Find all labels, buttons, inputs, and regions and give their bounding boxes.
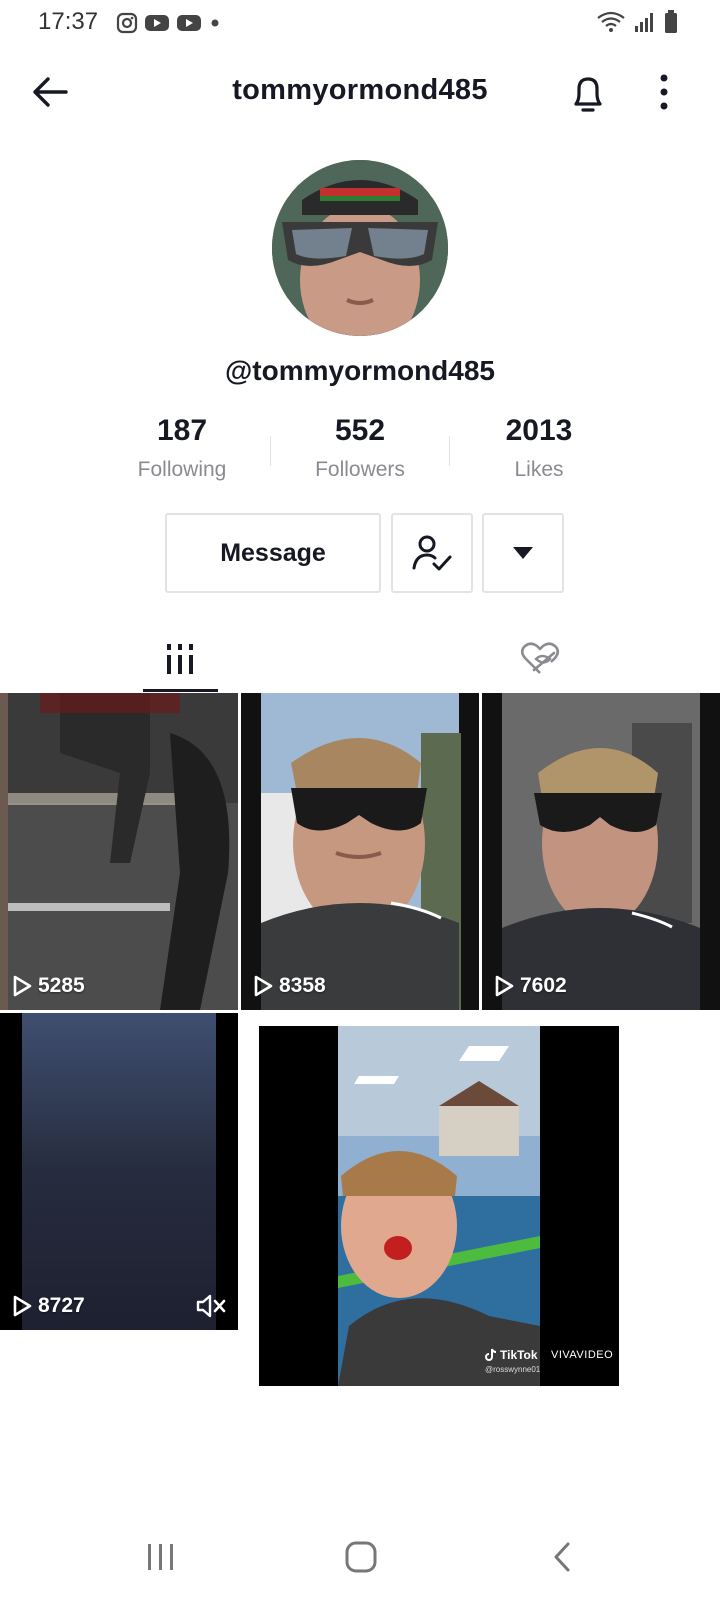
video-preview-image: [259, 1026, 619, 1386]
caret-down-icon: [513, 547, 533, 559]
system-back-button[interactable]: [532, 1532, 592, 1582]
recent-apps-button[interactable]: [131, 1532, 191, 1582]
video-thumbnail-image: [482, 693, 720, 1010]
video-thumbnail[interactable]: 5285: [0, 693, 238, 1010]
stat-followers[interactable]: 552 Followers: [270, 414, 450, 482]
more-options-button[interactable]: [654, 72, 674, 116]
watermark-handle: @rosswynne01: [485, 1365, 541, 1374]
stat-likes[interactable]: 2013 Likes: [449, 414, 629, 482]
more-notifications-dot-icon: [211, 19, 219, 27]
youtube-icon: [145, 15, 169, 31]
video-thumbnail[interactable]: 7602: [482, 693, 720, 1010]
view-count-value: 5285: [38, 974, 85, 997]
view-count-value: 7602: [520, 974, 567, 997]
grid-icon: [167, 644, 193, 674]
view-count: 5285: [12, 974, 85, 998]
suggested-accounts-button[interactable]: [482, 513, 564, 593]
heart-hidden-icon: [520, 642, 560, 674]
view-count-value: 8358: [279, 974, 326, 997]
stat-divider: [449, 436, 450, 466]
video-thumbnail-image: [0, 693, 238, 1010]
stat-following[interactable]: 187 Following: [92, 414, 272, 482]
chevron-left-icon: [554, 1542, 570, 1572]
signal-icon: [635, 13, 653, 32]
status-time: 17:37: [38, 8, 99, 35]
status-bar: 17:37: [0, 0, 720, 46]
video-thumbnail-image: [0, 1013, 238, 1330]
wifi-icon: [597, 11, 625, 32]
notification-icons: [116, 12, 222, 34]
play-icon: [495, 975, 514, 997]
play-icon: [254, 975, 273, 997]
view-count: 8727: [12, 1294, 85, 1318]
muted-icon: [196, 1294, 226, 1318]
view-count: 7602: [494, 974, 567, 998]
youtube-icon: [177, 15, 201, 31]
video-preview[interactable]: TikTok @rosswynne01 VIVAVIDEO: [259, 1026, 619, 1386]
profile-handle: @tommyormond485: [224, 355, 496, 386]
likes-count: 2013: [505, 414, 573, 447]
active-tab-indicator: [143, 689, 218, 692]
page-title: tommyormond485: [232, 74, 488, 106]
following-count: 187: [156, 414, 208, 447]
more-vertical-icon: [660, 74, 668, 110]
video-thumbnail[interactable]: 8727: [0, 1013, 238, 1330]
user-check-icon: [412, 535, 452, 571]
instagram-icon: [116, 12, 138, 34]
system-icons: [596, 10, 678, 34]
play-icon: [13, 975, 32, 997]
tiktok-logo-icon: [485, 1348, 497, 1361]
likes-label: Likes: [514, 458, 564, 481]
followers-count: 552: [334, 414, 386, 447]
play-icon: [13, 1295, 32, 1317]
following-status-button[interactable]: [391, 513, 473, 593]
bell-icon: [574, 77, 602, 112]
avatar-image: [272, 160, 448, 336]
tab-videos[interactable]: [0, 625, 360, 693]
view-count-value: 8727: [38, 1294, 85, 1317]
video-thumbnail-image: [241, 693, 479, 1010]
home-icon: [345, 1541, 377, 1573]
message-button[interactable]: Message: [165, 513, 381, 593]
home-button[interactable]: [331, 1532, 391, 1582]
recent-apps-icon: [148, 1544, 173, 1570]
profile-stats: 187 Following 552 Followers 2013 Likes: [0, 414, 720, 494]
tab-liked-private[interactable]: [360, 625, 720, 693]
following-label: Following: [137, 458, 227, 481]
tiktok-watermark-text: TikTok: [500, 1348, 538, 1362]
followers-label: Followers: [315, 458, 405, 481]
battery-icon: [665, 10, 677, 33]
tiktok-watermark: TikTok: [485, 1348, 538, 1362]
stat-divider: [270, 436, 271, 466]
avatar[interactable]: [272, 160, 448, 336]
vivavideo-watermark: VIVAVIDEO: [551, 1349, 614, 1361]
view-count: 8358: [253, 974, 326, 998]
video-thumbnail[interactable]: 8358: [241, 693, 479, 1010]
notifications-button[interactable]: [568, 72, 608, 116]
